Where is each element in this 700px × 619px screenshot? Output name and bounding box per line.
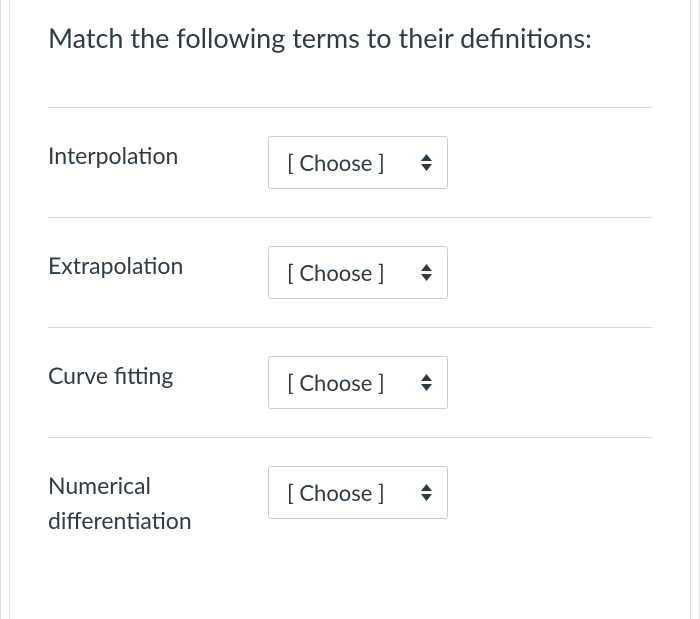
term-label: Numerical differentiation bbox=[48, 466, 248, 537]
choose-dropdown-extrapolation[interactable]: [ Choose ] bbox=[268, 246, 448, 299]
dropdown-selected-text: [ Choose ] bbox=[287, 149, 385, 176]
match-row: Numerical differentiation [ Choose ] bbox=[48, 437, 652, 565]
term-label: Interpolation bbox=[48, 136, 248, 173]
term-label: Extrapolation bbox=[48, 246, 248, 283]
choose-dropdown-interpolation[interactable]: [ Choose ] bbox=[268, 136, 448, 189]
page-outer-frame: Match the following terms to their defin… bbox=[0, 0, 700, 619]
dropdown-selected-text: [ Choose ] bbox=[287, 479, 385, 506]
match-row: Interpolation [ Choose ] bbox=[48, 107, 652, 217]
question-prompt: Match the following terms to their defin… bbox=[48, 18, 652, 57]
match-row: Extrapolation [ Choose ] bbox=[48, 217, 652, 327]
dropdown-selected-text: [ Choose ] bbox=[287, 259, 385, 286]
sort-icon bbox=[420, 154, 433, 171]
term-label: Curve fitting bbox=[48, 356, 248, 393]
sort-icon bbox=[420, 264, 433, 281]
match-row: Curve fitting [ Choose ] bbox=[48, 327, 652, 437]
choose-dropdown-numerical-differentiation[interactable]: [ Choose ] bbox=[268, 466, 448, 519]
dropdown-selected-text: [ Choose ] bbox=[287, 369, 385, 396]
choose-dropdown-curve-fitting[interactable]: [ Choose ] bbox=[268, 356, 448, 409]
sort-icon bbox=[420, 374, 433, 391]
sort-icon bbox=[420, 484, 433, 501]
question-card: Match the following terms to their defin… bbox=[9, 0, 691, 619]
